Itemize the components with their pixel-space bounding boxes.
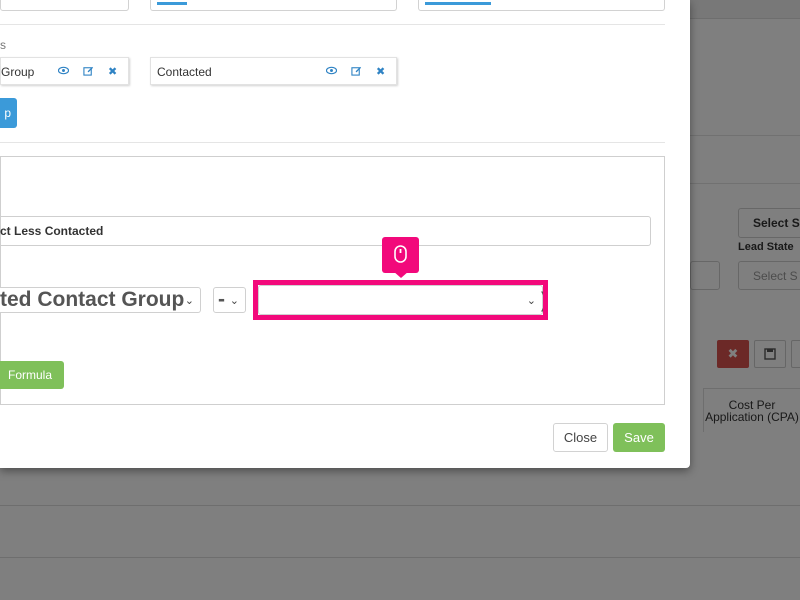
operator-select[interactable]: - ⌄ bbox=[213, 287, 246, 313]
section-divider bbox=[0, 24, 665, 25]
group-chip-label: Contacted bbox=[157, 65, 212, 79]
top-input-1[interactable] bbox=[0, 0, 129, 11]
group-chip: Group ✖ bbox=[0, 57, 129, 85]
add-formula-button[interactable]: Formula bbox=[0, 361, 64, 389]
eye-icon[interactable] bbox=[57, 65, 70, 79]
close-icon[interactable]: ✖ bbox=[108, 65, 117, 78]
top-input-3[interactable] bbox=[418, 0, 665, 11]
add-group-button[interactable]: p bbox=[0, 98, 17, 128]
close-button[interactable]: Close bbox=[553, 423, 608, 452]
section-label: s bbox=[0, 38, 6, 52]
section-divider bbox=[0, 142, 665, 143]
left-group-select[interactable]: ted Contact Group ⌄ bbox=[0, 287, 201, 313]
eye-icon[interactable] bbox=[325, 65, 338, 79]
formula-name-input[interactable]: ct Less Contacted bbox=[0, 216, 651, 246]
mouse-icon bbox=[394, 245, 407, 263]
save-button[interactable]: Save bbox=[613, 423, 665, 452]
formula-modal: s Group ✖ Contacted ✖ p ct Less Contacte… bbox=[0, 0, 690, 468]
group-chip-label: Group bbox=[1, 65, 35, 79]
progress-indicator bbox=[157, 2, 187, 5]
top-input-2[interactable] bbox=[150, 0, 397, 11]
close-icon[interactable]: ✖ bbox=[376, 65, 385, 78]
operator-select-value: - bbox=[218, 288, 225, 311]
edit-icon[interactable] bbox=[351, 65, 362, 79]
tooltip-arrow bbox=[393, 271, 409, 278]
left-group-select-value: ted Contact Group bbox=[0, 288, 185, 311]
highlight-box bbox=[253, 280, 548, 320]
edit-icon[interactable] bbox=[83, 65, 94, 79]
chevron-down-icon: ⌄ bbox=[184, 294, 194, 307]
chevron-down-icon: ⌄ bbox=[229, 294, 239, 307]
progress-indicator bbox=[425, 2, 491, 5]
click-tooltip bbox=[382, 237, 419, 273]
group-chip: Contacted ✖ bbox=[150, 57, 397, 85]
